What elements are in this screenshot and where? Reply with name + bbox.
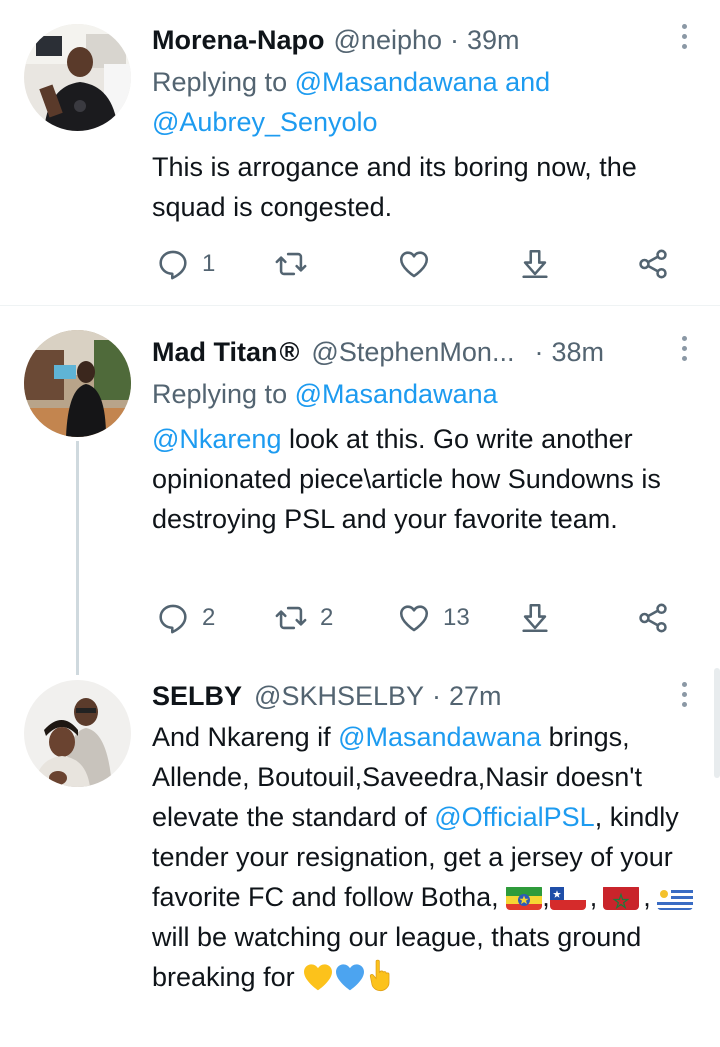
yellow-heart-icon xyxy=(302,962,334,1003)
tweet-text: This is arrogance and its boring now, th… xyxy=(152,152,637,222)
heart-icon xyxy=(399,251,429,278)
bookmark-icon xyxy=(522,603,548,633)
share-button[interactable] xyxy=(636,598,670,638)
more-options-icon[interactable] xyxy=(678,682,690,712)
reply-button[interactable]: 2 xyxy=(156,598,215,638)
bookmark-button[interactable] xyxy=(518,244,552,284)
share-icon xyxy=(639,249,667,279)
display-name[interactable]: SELBY xyxy=(152,678,242,714)
flag-separator: , xyxy=(542,882,550,912)
mention-link[interactable]: @Masandawana xyxy=(338,722,541,752)
mention-link[interactable]: @Aubrey_Senyolo xyxy=(152,107,378,137)
user-handle[interactable]: @StephenMon... xyxy=(311,334,514,370)
pointing-up-hand-icon xyxy=(366,958,394,1003)
display-name[interactable]: Morena-Napo xyxy=(152,22,325,58)
like-button[interactable] xyxy=(397,244,443,284)
share-button[interactable] xyxy=(636,244,670,284)
reply-icon xyxy=(159,604,187,634)
bookmark-icon xyxy=(522,249,548,279)
ethiopia-flag-icon xyxy=(506,884,543,910)
separator-dot: · xyxy=(450,25,460,55)
timestamp[interactable]: 38m xyxy=(551,334,604,370)
tweet-actions: 2 2 13 xyxy=(152,598,682,638)
tweet-morena-napo[interactable]: Morena-Napo @neipho · 39m Replying to @M… xyxy=(0,0,720,305)
share-icon xyxy=(639,603,667,633)
flag-separator: , xyxy=(589,882,598,912)
mention-link[interactable]: @OfficialPSL xyxy=(434,802,594,832)
tweet-mad-titan[interactable]: Mad Titan ® @StephenMon... · 38m Replyin… xyxy=(0,306,720,675)
tweet-text: And Nkareng if @Masandawana brings, Alle… xyxy=(152,717,707,1003)
like-count: 13 xyxy=(443,604,470,631)
replying-prefix: Replying to xyxy=(152,379,295,409)
replying-prefix: Replying to xyxy=(152,67,295,97)
heart-icon xyxy=(399,605,429,632)
tweet-text-part: And Nkareng if xyxy=(152,722,339,752)
timestamp[interactable]: 39m xyxy=(467,22,520,58)
morocco-flag-icon xyxy=(603,884,640,910)
reply-button[interactable]: 1 xyxy=(156,244,215,284)
uruguay-flag-icon xyxy=(656,884,693,910)
avatar[interactable] xyxy=(24,680,131,787)
scrollbar[interactable] xyxy=(714,668,720,778)
avatar[interactable] xyxy=(24,330,131,437)
replying-to-line-2: @Aubrey_Senyolo xyxy=(152,104,378,140)
separator-dot: · xyxy=(534,337,544,367)
retweet-button[interactable] xyxy=(274,244,320,284)
chile-flag-icon xyxy=(549,884,586,910)
blue-heart-icon xyxy=(334,962,366,1003)
mention-link[interactable]: @Masandawana xyxy=(295,67,498,97)
retweet-button[interactable]: 2 xyxy=(274,598,333,638)
tweet-header: SELBY @SKHSELBY · 27m xyxy=(152,678,502,714)
separator-dot: · xyxy=(432,681,442,711)
user-handle[interactable]: @neipho xyxy=(334,22,443,58)
registered-mark-icon: ® xyxy=(279,337,300,367)
tweet-selby[interactable]: SELBY @SKHSELBY · 27m And Nkareng if @Ma… xyxy=(0,666,720,1047)
tweet-text-part: will be watching our league, thats groun… xyxy=(152,922,642,992)
like-button[interactable]: 13 xyxy=(397,598,470,638)
avatar[interactable] xyxy=(24,24,131,131)
retweet-icon xyxy=(275,252,307,276)
thread-line xyxy=(76,441,79,675)
more-options-icon[interactable] xyxy=(678,24,690,54)
retweet-count: 2 xyxy=(320,604,334,631)
flag-separator: , xyxy=(643,882,651,912)
reply-icon xyxy=(159,250,187,280)
mention-link[interactable]: @Nkareng xyxy=(152,424,281,454)
replying-to-line: Replying to @Masandawana xyxy=(152,376,498,412)
reply-count: 1 xyxy=(202,250,216,277)
tweet-header: Mad Titan ® @StephenMon... · 38m xyxy=(152,334,604,370)
more-options-icon[interactable] xyxy=(678,336,690,366)
display-name[interactable]: Mad Titan xyxy=(152,334,278,370)
reply-count: 2 xyxy=(202,604,216,631)
bookmark-button[interactable] xyxy=(518,598,552,638)
user-handle[interactable]: @SKHSELBY xyxy=(254,678,424,714)
tweet-header: Morena-Napo @neipho · 39m xyxy=(152,22,520,58)
timestamp[interactable]: 27m xyxy=(449,678,502,714)
replying-joiner: and xyxy=(497,67,551,97)
tweet-actions: 1 xyxy=(152,244,682,284)
mention-link[interactable]: @Masandawana xyxy=(295,379,498,409)
tweet-text: @Nkareng look at this. Go write another … xyxy=(152,419,707,539)
replying-to-line: Replying to @Masandawana and xyxy=(152,64,550,100)
retweet-icon xyxy=(275,606,307,630)
